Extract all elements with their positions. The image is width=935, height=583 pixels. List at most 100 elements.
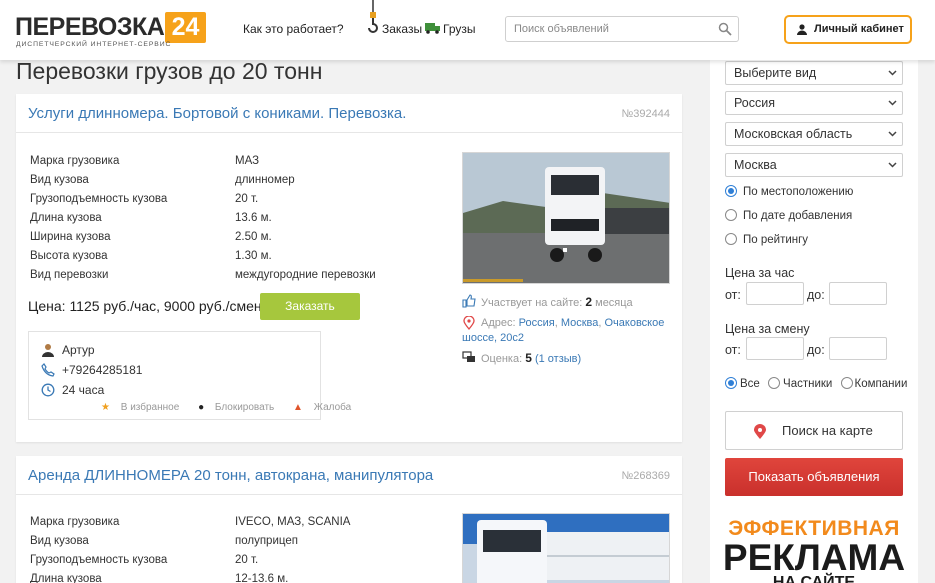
truck-photo-image xyxy=(463,514,669,583)
site-logo[interactable]: ПЕРЕВОЗКА 24 ДИСПЕТЧЕРСКИЙ ИНТЕРНЕТ-СЕРВ… xyxy=(15,12,207,50)
divider xyxy=(16,494,682,495)
price-hour-from-input[interactable] xyxy=(746,282,804,305)
contact-hours: 24 часа xyxy=(62,383,105,397)
listing-title[interactable]: Аренда ДЛИННОМЕРА 20 тонн, автокрана, ма… xyxy=(28,467,433,484)
select-value: Московская область xyxy=(734,127,853,141)
nav-cargo[interactable]: Грузы xyxy=(443,22,476,36)
address-label: Адрес: xyxy=(481,317,516,329)
clock-icon xyxy=(41,383,55,397)
address-line-1: Адрес: Россия, Москва, Очаковское xyxy=(481,317,665,329)
spec-value: 2.50 м. xyxy=(235,231,272,243)
rating-text: Оценка: 5 (1 отзыв) xyxy=(481,351,581,365)
sort-date-radio[interactable]: По дате добавления xyxy=(725,209,852,222)
spec-label: Вид перевозки xyxy=(30,269,109,281)
radio-unchecked[interactable] xyxy=(768,377,781,389)
radio-checked[interactable] xyxy=(725,185,737,197)
thumbs-up-icon xyxy=(462,294,476,308)
cabinet-label: Личный кабинет xyxy=(814,23,904,35)
page-title: Перевозки грузов до 20 тонн xyxy=(16,58,323,84)
advertising-banner[interactable]: ЭФФЕКТИВНАЯ РЕКЛАМА НА САЙТЕ xyxy=(710,507,918,583)
spec-label: Длина кузова xyxy=(30,212,102,224)
owner-filter: Все Частники Компании xyxy=(725,377,907,390)
vehicle-type-select[interactable]: Выберите вид xyxy=(725,61,903,85)
price-shift-to-input[interactable] xyxy=(829,337,887,360)
contact-phone[interactable]: +79264285181 xyxy=(62,363,142,377)
spec-label: Марка грузовика xyxy=(30,155,120,167)
ad-line-3: НА САЙТЕ xyxy=(772,574,856,583)
select-value: Россия xyxy=(734,96,775,110)
select-value: Москва xyxy=(734,158,777,172)
radio-label: По рейтингу xyxy=(743,234,809,246)
spec-value: IVECO, МАЗ, SCANIA xyxy=(235,516,351,528)
star-icon: ★ xyxy=(101,402,110,413)
spec-label: Грузоподъемность кузова xyxy=(30,554,168,566)
spec-value: МАЗ xyxy=(235,155,260,167)
spec-label: Марка грузовика xyxy=(30,516,120,528)
complain-link[interactable]: ▲ Жалоба xyxy=(293,402,359,413)
warning-icon: ▲ xyxy=(293,402,303,413)
search-icon[interactable] xyxy=(718,22,732,36)
spec-value: 1.30 м. xyxy=(235,250,272,262)
favorite-link[interactable]: ★ В избранное xyxy=(101,402,187,413)
spec-value: 13.6 м. xyxy=(235,212,272,224)
radio-label: Частники xyxy=(783,378,833,390)
show-listings-button[interactable]: Показать объявления xyxy=(725,458,903,496)
price-hour-to-input[interactable] xyxy=(829,282,887,305)
search-box xyxy=(505,16,739,42)
spec-value: длинномер xyxy=(235,174,295,186)
block-user-icon: ● xyxy=(198,402,205,413)
radio-label: Все xyxy=(740,378,760,390)
spec-label: Вид кузова xyxy=(30,174,89,186)
address-street-link-2[interactable]: шоссе, 20с2 xyxy=(462,332,524,344)
map-pin-icon xyxy=(754,424,766,439)
address-city-link[interactable]: Москва xyxy=(561,317,599,329)
price-shift-label: Цена за смену xyxy=(725,322,810,336)
listing-title[interactable]: Услуги длинномера. Бортовой с кониками. … xyxy=(28,105,406,122)
owner-all-radio[interactable]: Все xyxy=(725,377,760,390)
membership-text: Участвует на сайте: 2 месяца xyxy=(481,295,633,309)
block-link[interactable]: ● Блокировать xyxy=(198,402,282,413)
radio-label: По дате добавления xyxy=(743,210,853,222)
logo-tagline: ДИСПЕТЧЕРСКИЙ ИНТЕРНЕТ-СЕРВИС xyxy=(16,41,172,48)
personal-cabinet-button[interactable]: Личный кабинет xyxy=(784,15,912,44)
spec-value: 20 т. xyxy=(235,554,259,566)
price-shift-from-input[interactable] xyxy=(746,337,804,360)
region-select[interactable]: Московская область xyxy=(725,122,903,146)
address-street-link[interactable]: Очаковское xyxy=(605,317,665,329)
nav-how-it-works[interactable]: Как это работает? xyxy=(243,22,344,36)
membership-value: 2 xyxy=(585,295,593,309)
order-button[interactable]: Заказать xyxy=(260,293,360,320)
spec-value: полуприцеп xyxy=(235,535,298,547)
owner-companies-radio[interactable]: Компании xyxy=(840,377,907,390)
reviews-icon xyxy=(462,351,475,362)
country-select[interactable]: Россия xyxy=(725,91,903,115)
search-input[interactable] xyxy=(506,17,711,41)
spec-label: Высота кузова xyxy=(30,250,108,262)
city-select[interactable]: Москва xyxy=(725,153,903,177)
truck-photo[interactable] xyxy=(462,513,670,583)
location-pin-icon xyxy=(463,316,475,330)
rating-value: 5 xyxy=(525,351,532,365)
radio-unchecked[interactable] xyxy=(725,209,737,221)
radio-label: По местоположению xyxy=(743,186,854,198)
sort-location-radio[interactable]: По местоположению xyxy=(725,185,853,198)
nav-orders[interactable]: Заказы xyxy=(382,22,422,36)
radio-checked[interactable] xyxy=(725,377,737,389)
radio-unchecked[interactable] xyxy=(840,377,853,389)
truck-photo[interactable] xyxy=(462,152,670,284)
price-hour-label: Цена за час xyxy=(725,266,795,280)
address-country-link[interactable]: Россия xyxy=(519,317,555,329)
spec-label: Длина кузова xyxy=(30,573,102,583)
chevron-down-icon xyxy=(888,100,897,106)
listing-card: Услуги длинномера. Бортовой с кониками. … xyxy=(16,94,682,442)
radio-unchecked[interactable] xyxy=(725,233,737,245)
reviews-link[interactable]: (1 отзыв) xyxy=(535,353,581,365)
membership-unit: месяца xyxy=(595,297,633,309)
select-value: Выберите вид xyxy=(734,66,817,80)
chevron-down-icon xyxy=(888,70,897,76)
to-label: до: xyxy=(807,343,825,357)
map-search-button[interactable]: Поиск на карте xyxy=(725,411,903,450)
sort-rating-radio[interactable]: По рейтингу xyxy=(725,233,808,246)
rating-label: Оценка: xyxy=(481,353,523,365)
owner-private-radio[interactable]: Частники xyxy=(768,377,833,390)
